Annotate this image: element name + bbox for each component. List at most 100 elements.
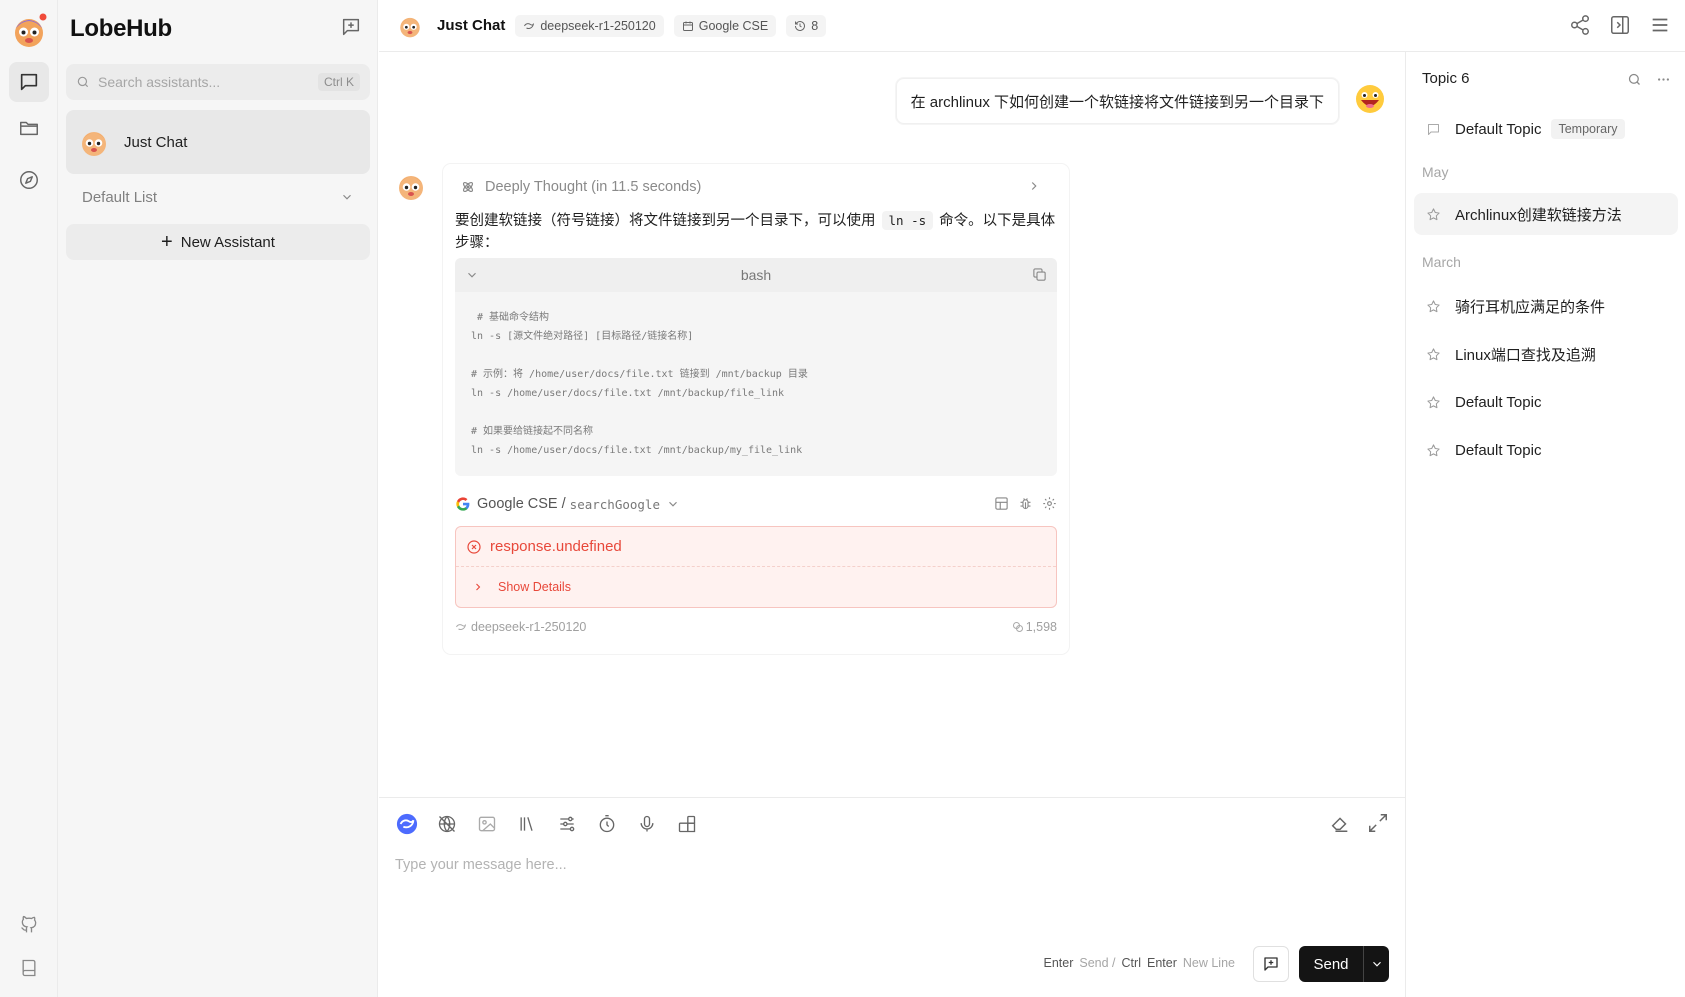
- thinking-toggle[interactable]: Deeply Thought (in 11.5 seconds): [455, 164, 1057, 210]
- code-line: # 基础命令结构: [471, 312, 550, 323]
- chat-icon: [20, 73, 38, 91]
- topic-item-current[interactable]: Default Topic Temporary: [1414, 108, 1678, 150]
- star-icon[interactable]: [1426, 207, 1441, 222]
- eraser-icon[interactable]: [1329, 812, 1351, 834]
- plugin-name: Google CSE: [698, 18, 769, 33]
- agent-avatar-icon: [82, 132, 106, 156]
- collapse-chevron-icon[interactable]: [465, 268, 479, 282]
- send-button[interactable]: Send: [1299, 946, 1389, 982]
- search-icon[interactable]: [1627, 72, 1642, 87]
- model-chip[interactable]: deepseek-r1-250120: [515, 14, 664, 37]
- tool-plugin-name: Google CSE /: [477, 496, 566, 512]
- history-limit-button[interactable]: [595, 812, 619, 836]
- message-icon: [1428, 123, 1439, 135]
- history-chip[interactable]: 8: [786, 14, 827, 37]
- icon-rail: [0, 0, 58, 997]
- chat-title: Just Chat: [437, 17, 506, 34]
- new-assistant-label: New Assistant: [180, 233, 275, 251]
- mic-icon: [640, 815, 654, 832]
- topics-panel: Topic 6 Default Topic Temporary May Arch…: [1405, 52, 1685, 997]
- send-options-dropdown[interactable]: [1363, 946, 1389, 982]
- topic-item[interactable]: 骑行耳机应满足的条件: [1414, 285, 1678, 327]
- search-input[interactable]: Search assistants...: [98, 74, 318, 90]
- default-list-toggle[interactable]: Default List: [66, 182, 370, 212]
- sliders-icon: [560, 816, 575, 832]
- message-input[interactable]: [395, 850, 1385, 880]
- voice-input-button[interactable]: [635, 812, 659, 836]
- rail-files-button[interactable]: [9, 108, 49, 148]
- code-block: bash # 基础命令结构 ln -s [源文件绝对路径] [目标路径/链接名称]…: [455, 258, 1057, 476]
- error-circle-icon: [467, 539, 481, 554]
- knowledge-button[interactable]: [515, 812, 539, 836]
- agent-name: Just Chat: [124, 133, 188, 151]
- panel-toggle-icon[interactable]: [1609, 14, 1631, 36]
- topic-item[interactable]: Archlinux创建软链接方法: [1414, 193, 1678, 235]
- topic-item[interactable]: Linux端口查找及追溯: [1414, 333, 1678, 375]
- rail-discover-button[interactable]: [9, 160, 49, 200]
- show-details-toggle[interactable]: Show Details: [456, 567, 1056, 607]
- send-label: Send: [1313, 955, 1349, 973]
- tool-call-header[interactable]: Google CSE / searchGoogle: [455, 482, 1057, 526]
- params-button[interactable]: [555, 812, 579, 836]
- topic-group-label: March: [1422, 254, 1461, 270]
- thought-label: Deeply Thought (in 11.5 seconds): [485, 179, 702, 195]
- deepseek-icon: [524, 22, 535, 29]
- tools-button[interactable]: [675, 812, 699, 836]
- chevron-down-icon: [343, 194, 351, 200]
- share-icon[interactable]: [1569, 14, 1591, 36]
- topic-group-label: May: [1422, 164, 1449, 180]
- answer-prefix: 要创建软链接（符号链接）将文件链接到另一个目录下，可以使用: [455, 213, 876, 229]
- topic-item[interactable]: Default Topic: [1414, 429, 1678, 471]
- star-icon[interactable]: [1426, 347, 1441, 362]
- code-line: ln -s /home/user/docs/file.txt /mnt/back…: [471, 445, 803, 456]
- star-icon[interactable]: [1426, 395, 1441, 410]
- agent-item-just-chat[interactable]: Just Chat: [66, 110, 370, 174]
- gear-icon[interactable]: [1042, 496, 1057, 511]
- copy-icon[interactable]: [1032, 267, 1047, 282]
- input-toolbar: [395, 812, 699, 836]
- library-icon: [520, 817, 533, 831]
- bug-icon[interactable]: [1018, 496, 1033, 511]
- search-assistants[interactable]: Search assistants... Ctrl K: [66, 64, 370, 100]
- hint-enter: Enter: [1043, 956, 1074, 970]
- github-icon: [21, 915, 37, 933]
- history-icon: [795, 20, 806, 31]
- topic-label: Default Topic: [1455, 120, 1542, 138]
- user-avatar[interactable]: [10, 12, 48, 50]
- code-language: bash: [740, 267, 772, 283]
- code-line: # 示例：将 /home/user/docs/file.txt 链接到 /mnt…: [471, 369, 808, 380]
- header-avatar-icon: [400, 17, 420, 37]
- error-text: response.undefined: [490, 538, 622, 555]
- more-icon[interactable]: [1656, 72, 1671, 87]
- folder-icon: [20, 121, 38, 136]
- rail-github-button[interactable]: [9, 904, 49, 944]
- book-icon: [22, 959, 36, 977]
- code-content: # 基础命令结构 ln -s [源文件绝对路径] [目标路径/链接名称] # 示例…: [455, 292, 1057, 476]
- plugin-toggle-button[interactable]: [435, 812, 459, 836]
- hint-ctrl: Ctrl: [1121, 956, 1141, 970]
- rail-chat-button[interactable]: [9, 62, 49, 102]
- topics-title: Topic 6: [1422, 70, 1470, 87]
- topic-item[interactable]: Default Topic: [1414, 381, 1678, 423]
- message-plus-icon: [342, 18, 360, 36]
- rail-docs-button[interactable]: [9, 948, 49, 988]
- new-topic-button[interactable]: [340, 16, 362, 41]
- topic-label: Default Topic: [1455, 441, 1542, 459]
- error-title: response.undefined: [456, 527, 1056, 567]
- add-message-button[interactable]: [1253, 946, 1289, 982]
- deepseek-icon: [456, 624, 466, 630]
- model-select-button[interactable]: [395, 812, 419, 836]
- star-icon[interactable]: [1426, 443, 1441, 458]
- star-icon[interactable]: [1426, 299, 1441, 314]
- show-details-label: Show Details: [498, 580, 571, 594]
- chat-header: Just Chat deepseek-r1-250120 Google CSE …: [379, 0, 1685, 52]
- layout-icon[interactable]: [994, 496, 1009, 511]
- footer-tokens: 1,598: [1025, 620, 1057, 634]
- menu-icon[interactable]: [1649, 14, 1671, 36]
- assistant-message: Deeply Thought (in 11.5 seconds) 要创建软链接（…: [443, 164, 1069, 654]
- expand-icon[interactable]: [1367, 812, 1389, 834]
- new-assistant-button[interactable]: + New Assistant: [66, 224, 370, 260]
- image-upload-button[interactable]: [475, 812, 499, 836]
- model-name: deepseek-r1-250120: [540, 18, 656, 33]
- plugin-chip[interactable]: Google CSE: [673, 14, 777, 37]
